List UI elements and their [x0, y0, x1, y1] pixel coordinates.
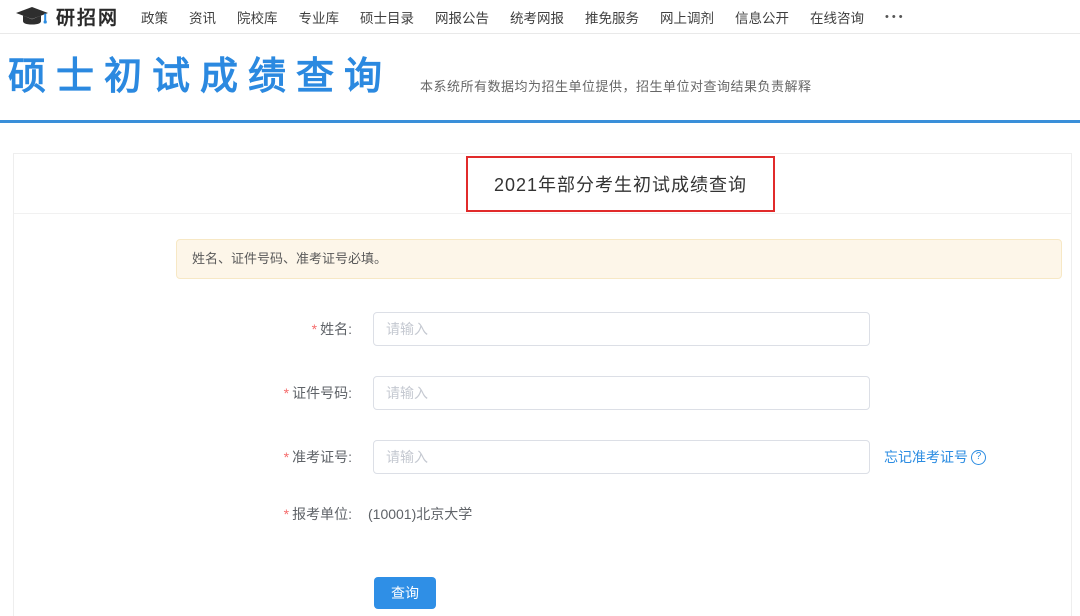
nav-item-online-report-notice[interactable]: 网报公告: [435, 7, 489, 27]
site-logo[interactable]: 研招网: [15, 3, 119, 30]
nav-menu: 政策 资讯 院校库 专业库 硕士目录 网报公告 统考网报 推免服务 网上调剂 信…: [141, 7, 906, 27]
form-row-ticket-number: *准考证号: 忘记准考证号 ?: [176, 440, 1062, 474]
nav-item-online-adjustment[interactable]: 网上调剂: [660, 7, 714, 27]
nav-item-major-library[interactable]: 专业库: [299, 7, 340, 27]
field-label-id-number-text: 证件号码:: [292, 385, 352, 401]
field-label-ticket-number: *准考证号:: [176, 447, 352, 467]
annotation-box: 2021年部分考生初试成绩查询: [466, 156, 775, 212]
field-label-ticket-number-text: 准考证号:: [292, 449, 352, 465]
nav-item-policy[interactable]: 政策: [141, 7, 168, 27]
id-number-input[interactable]: [373, 376, 870, 410]
card-body: 姓名、证件号码、准考证号必填。 *姓名: *证件号码: *准考证号: 忘记准考证…: [14, 214, 1071, 609]
notice-banner: 姓名、证件号码、准考证号必填。: [176, 239, 1062, 279]
form-row-target-unit: *报考单位: (10001)北京大学: [176, 504, 1062, 524]
nav-item-exempt-service[interactable]: 推免服务: [585, 7, 639, 27]
query-card: 2021年部分考生初试成绩查询 姓名、证件号码、准考证号必填。 *姓名: *证件…: [13, 153, 1072, 616]
button-row: 查询: [176, 577, 1062, 609]
name-input[interactable]: [373, 312, 870, 346]
site-logo-text: 研招网: [56, 3, 119, 30]
field-label-target-unit: *报考单位:: [176, 504, 352, 524]
page-header: 硕士初试成绩查询 本系统所有数据均为招生单位提供，招生单位对查询结果负责解释: [0, 34, 1080, 120]
required-asterisk: *: [284, 385, 289, 401]
required-asterisk: *: [284, 449, 289, 465]
nav-item-info-disclosure[interactable]: 信息公开: [735, 7, 789, 27]
nav-item-master-catalog[interactable]: 硕士目录: [360, 7, 414, 27]
header-divider: [0, 120, 1080, 123]
forgot-ticket-link[interactable]: 忘记准考证号 ?: [884, 447, 986, 467]
page-title: 硕士初试成绩查询: [8, 58, 392, 96]
help-circle-icon[interactable]: ?: [971, 450, 986, 465]
nav-item-news[interactable]: 资讯: [189, 7, 216, 27]
ticket-number-input[interactable]: [373, 440, 870, 474]
field-label-id-number: *证件号码:: [176, 383, 352, 403]
field-label-name: *姓名:: [176, 319, 352, 339]
required-asterisk: *: [312, 321, 317, 337]
form-row-name: *姓名:: [176, 312, 1062, 346]
page-subtitle: 本系统所有数据均为招生单位提供，招生单位对查询结果负责解释: [420, 76, 812, 95]
nav-item-unified-exam-report[interactable]: 统考网报: [510, 7, 564, 27]
top-navigation: 研招网 政策 资讯 院校库 专业库 硕士目录 网报公告 统考网报 推免服务 网上…: [0, 0, 1080, 34]
form-row-id-number: *证件号码:: [176, 376, 1062, 410]
card-title-bar: 2021年部分考生初试成绩查询: [14, 154, 1071, 214]
nav-more-ellipsis-icon[interactable]: •••: [885, 11, 906, 23]
nav-item-online-consult[interactable]: 在线咨询: [810, 7, 864, 27]
graduation-cap-icon: [15, 6, 49, 28]
target-unit-value: (10001)北京大学: [368, 504, 472, 524]
card-title: 2021年部分考生初试成绩查询: [494, 175, 747, 195]
field-label-name-text: 姓名:: [320, 321, 352, 337]
required-asterisk: *: [284, 506, 289, 522]
query-button[interactable]: 查询: [374, 577, 436, 609]
nav-item-college-library[interactable]: 院校库: [237, 7, 278, 27]
forgot-ticket-link-text: 忘记准考证号: [884, 447, 968, 467]
field-label-target-unit-text: 报考单位:: [292, 506, 352, 522]
